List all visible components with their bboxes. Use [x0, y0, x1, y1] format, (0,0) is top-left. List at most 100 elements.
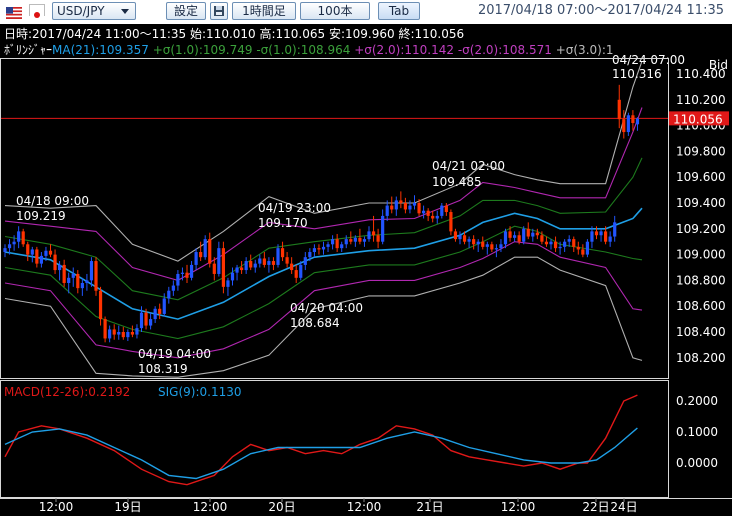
candle-body	[299, 264, 303, 278]
candle-body	[58, 264, 62, 271]
candle-body	[194, 252, 198, 265]
candle-body	[153, 308, 157, 320]
candle-body	[321, 246, 326, 250]
candle-body	[139, 312, 144, 329]
tab-button[interactable]: Tab	[378, 2, 420, 20]
current-price-text: 110.056	[673, 112, 723, 126]
candle-body	[240, 267, 244, 271]
candle-body	[344, 239, 348, 245]
candle-body	[412, 203, 417, 206]
candle-body	[48, 250, 53, 255]
candle-body	[417, 203, 421, 214]
candle-body	[89, 261, 94, 281]
time-tick: 12:00	[39, 500, 74, 514]
macd-lines	[4, 394, 638, 486]
band-MA(21)	[4, 207, 643, 320]
annotation-date: 04/20 04:00	[290, 301, 363, 315]
settings-button[interactable]: 設定	[166, 2, 206, 20]
bar-count-button[interactable]: 100本	[300, 2, 370, 20]
candle-body	[285, 257, 289, 264]
chart-frames	[0, 58, 732, 516]
macd-tick: 0.1000	[676, 425, 718, 439]
candle-body	[435, 215, 439, 219]
band-+σ(2.0)	[4, 107, 643, 281]
candle-body	[567, 239, 571, 242]
candle-body	[253, 263, 257, 268]
annotation-date: 04/19 04:00	[138, 347, 211, 361]
currency-pair-label: USD/JPY	[57, 4, 105, 18]
candle-body	[258, 258, 262, 264]
candle-body	[221, 248, 225, 287]
bollinger-bands	[0, 60, 668, 378]
candle-body	[499, 244, 503, 249]
candle-body	[62, 264, 66, 283]
time-tick: 22日	[582, 500, 609, 514]
candle-body	[144, 312, 148, 326]
price-tick: 109.200	[676, 222, 726, 236]
save-button[interactable]	[210, 2, 228, 20]
currency-pair-select[interactable]: USD/JPY	[52, 2, 136, 20]
macd-label: MACD(12-26):0.2192	[4, 385, 130, 399]
candle-body	[103, 319, 107, 339]
toolbar: USD/JPY 設定 1時間足 100本 Tab 2017/04/18 07:0…	[0, 0, 732, 24]
candle-body	[594, 231, 599, 236]
candle-body	[408, 205, 412, 210]
candle-body	[458, 235, 462, 240]
candle-body	[349, 239, 353, 242]
candle-body	[17, 231, 21, 242]
candle-body	[121, 332, 125, 338]
candle-body	[572, 239, 576, 247]
candle-body	[7, 244, 12, 249]
macd-tick: 0.0000	[676, 456, 718, 470]
sigma1-plus-value: +σ(1.0):109.749	[152, 43, 253, 57]
timeframe-button[interactable]: 1時間足	[232, 2, 296, 20]
candle-body	[303, 257, 307, 265]
candle-body	[317, 248, 321, 250]
candle-body	[108, 329, 112, 339]
jp-flag-icon	[29, 4, 45, 20]
candle-body	[490, 244, 494, 250]
candle-body	[517, 235, 521, 242]
annotation-price: 109.485	[432, 175, 482, 189]
candle-body	[453, 231, 458, 240]
candle-body	[462, 235, 467, 242]
time-tick: 24日	[610, 500, 637, 514]
annotation-price: 108.319	[138, 362, 188, 376]
candle-body	[44, 250, 48, 256]
time-tick: 21日	[416, 500, 443, 514]
candle-body	[39, 255, 43, 264]
candle-body	[98, 290, 103, 320]
time-tick: 19日	[114, 500, 141, 514]
bollinger-info: ﾎﾞﾘﾝｼﾞｬｰMA(21):109.357 +σ(1.0):109.749 -…	[4, 43, 614, 57]
candle-body	[331, 239, 335, 245]
time-tick: 12:00	[501, 500, 536, 514]
candle-body	[208, 239, 212, 264]
band--σ(1.0)	[4, 225, 643, 340]
candle-body	[230, 272, 235, 281]
candle-body	[604, 231, 608, 242]
time-axis: 12:00 19日 12:00 20日 12:00 21日 12:00 22日 24日	[39, 498, 638, 514]
candle-body	[390, 205, 394, 210]
candle-body	[485, 244, 489, 247]
price-chart[interactable]: 04/18 09:00109.219 04/19 23:00109.170 04/2…	[0, 0, 732, 516]
candle-body	[371, 231, 376, 236]
price-tick: 110.000	[676, 119, 726, 133]
candle-body	[449, 212, 453, 232]
candle-body	[267, 261, 271, 265]
candle-body	[249, 261, 253, 268]
macd-legend: MACD(12-26):0.2192 SIG(9):0.1130	[4, 385, 241, 399]
candle-body	[394, 200, 398, 210]
annotation-date: 04/24 07:00	[612, 53, 685, 67]
macd-tick: 0.2000	[676, 394, 718, 408]
candle-body	[358, 237, 362, 242]
price-tick: 108.200	[676, 351, 726, 365]
chevron-down-icon	[121, 9, 129, 14]
candle-body	[167, 290, 171, 299]
candle-body	[440, 205, 444, 216]
candle-body	[294, 270, 298, 278]
candle-body	[312, 248, 316, 253]
candle-body	[335, 239, 339, 249]
candle-body	[80, 282, 84, 289]
price-tick: 108.800	[676, 273, 726, 287]
sigma1-minus-value: -σ(1.0):108.964	[256, 43, 351, 57]
